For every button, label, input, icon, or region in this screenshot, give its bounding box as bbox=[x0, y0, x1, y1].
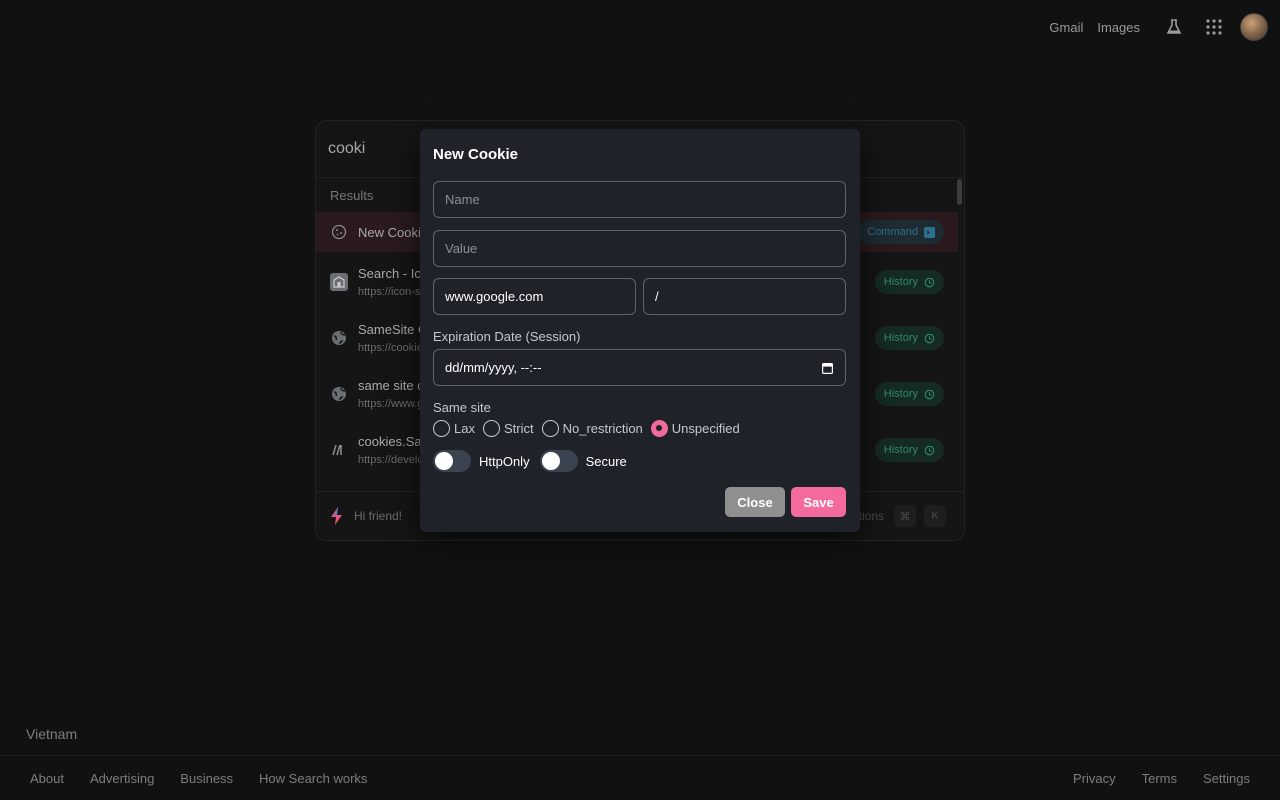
building-icon bbox=[330, 273, 348, 291]
greeting-text: Hi friend! bbox=[354, 509, 403, 523]
gmail-link[interactable]: Gmail bbox=[1049, 20, 1083, 35]
row-title: New Cookie bbox=[358, 224, 429, 240]
radio-button[interactable] bbox=[482, 420, 500, 437]
advertising-link[interactable]: Advertising bbox=[90, 771, 154, 786]
history-icon bbox=[924, 445, 935, 455]
row-title: Search - Ic bbox=[358, 266, 421, 281]
radio-button[interactable] bbox=[433, 420, 450, 437]
actions-hint: tions bbox=[858, 509, 884, 523]
radio-no-restriction[interactable]: No_restriction bbox=[541, 420, 643, 437]
how-search-works-link[interactable]: How Search works bbox=[259, 771, 367, 786]
save-button[interactable]: Save bbox=[791, 487, 846, 517]
new-cookie-dialog: New Cookie Name Value www.google.com / E… bbox=[420, 129, 860, 532]
cmd-key: ⌘ bbox=[894, 505, 916, 527]
terms-link[interactable]: Terms bbox=[1142, 771, 1177, 786]
expiration-value: dd/mm/yyyy, --:-- bbox=[445, 360, 542, 375]
name-input[interactable]: Name bbox=[433, 181, 846, 218]
command-tag: Command bbox=[858, 220, 944, 244]
expiration-input[interactable]: dd/mm/yyyy, --:-- bbox=[433, 349, 846, 386]
history-tag: History bbox=[874, 382, 944, 406]
row-url: https://cookie bbox=[358, 342, 423, 354]
radio-label: Strict bbox=[503, 421, 534, 436]
row-url: https://www.g bbox=[358, 398, 424, 410]
radio-label: Unspecified bbox=[671, 421, 740, 436]
radio-label: No_restriction bbox=[562, 421, 643, 436]
radio-unspecified[interactable]: Unspecified bbox=[650, 420, 740, 437]
tag-label: History bbox=[883, 444, 918, 456]
tag-label: History bbox=[883, 332, 918, 344]
value-input[interactable]: Value bbox=[433, 230, 846, 267]
k-key: K bbox=[924, 505, 946, 527]
radio-lax[interactable]: Lax bbox=[433, 420, 475, 437]
row-title: cookies.Sar bbox=[358, 434, 426, 449]
country-label: Vietnam bbox=[0, 712, 1280, 756]
history-tag: History bbox=[874, 326, 944, 350]
domain-input[interactable]: www.google.com bbox=[433, 278, 636, 315]
calendar-icon[interactable] bbox=[822, 362, 833, 374]
row-title: SameSite C bbox=[358, 322, 428, 337]
globe-icon bbox=[330, 329, 348, 347]
secure-toggle[interactable] bbox=[539, 450, 578, 472]
same-site-label: Same site bbox=[433, 400, 491, 415]
path-input[interactable]: / bbox=[643, 278, 846, 315]
history-tag: History bbox=[874, 270, 944, 294]
row-url: https://develc bbox=[358, 454, 423, 466]
same-site-radio-group: Lax Strict No_restriction Unspecified bbox=[433, 420, 740, 437]
scrollbar[interactable] bbox=[957, 179, 962, 205]
history-icon bbox=[924, 389, 935, 399]
row-title: same site c bbox=[358, 378, 424, 393]
images-link[interactable]: Images bbox=[1097, 20, 1140, 35]
expiration-label: Expiration Date (Session) bbox=[433, 329, 581, 344]
radio-strict[interactable]: Strict bbox=[482, 420, 534, 437]
privacy-link[interactable]: Privacy bbox=[1073, 771, 1116, 786]
tag-label: History bbox=[883, 388, 918, 400]
radio-button[interactable] bbox=[541, 420, 559, 437]
httponly-toggle[interactable] bbox=[433, 450, 471, 472]
history-icon bbox=[924, 333, 935, 343]
cookie-icon bbox=[330, 223, 348, 241]
bolt-icon bbox=[331, 507, 342, 525]
settings-link[interactable]: Settings bbox=[1203, 771, 1250, 786]
footer-left-links: About Advertising Business How Search wo… bbox=[30, 771, 367, 786]
tag-label: History bbox=[883, 276, 918, 288]
flask-icon[interactable] bbox=[1154, 7, 1194, 47]
secure-label: Secure bbox=[585, 453, 627, 469]
grid-icon[interactable] bbox=[1194, 7, 1234, 47]
about-link[interactable]: About bbox=[30, 771, 64, 786]
avatar[interactable] bbox=[1240, 13, 1268, 41]
row-url: https://icon-s bbox=[358, 286, 421, 298]
dialog-title: New Cookie bbox=[433, 146, 519, 163]
top-bar: Gmail Images bbox=[1049, 0, 1280, 54]
business-link[interactable]: Business bbox=[180, 771, 233, 786]
flags-row: HttpOnly Secure bbox=[433, 450, 627, 472]
tag-label: Command bbox=[867, 226, 918, 238]
terminal-icon bbox=[924, 226, 935, 238]
footer-right-links: Privacy Terms Settings bbox=[1073, 771, 1250, 786]
httponly-label: HttpOnly bbox=[479, 453, 530, 469]
globe-icon bbox=[330, 385, 348, 403]
radio-label: Lax bbox=[454, 421, 475, 436]
mdn-icon bbox=[330, 441, 348, 459]
history-icon bbox=[924, 277, 935, 287]
radio-button-selected[interactable] bbox=[650, 420, 668, 437]
history-tag: History bbox=[874, 438, 944, 462]
footer: About Advertising Business How Search wo… bbox=[0, 757, 1280, 800]
close-button[interactable]: Close bbox=[725, 487, 785, 517]
